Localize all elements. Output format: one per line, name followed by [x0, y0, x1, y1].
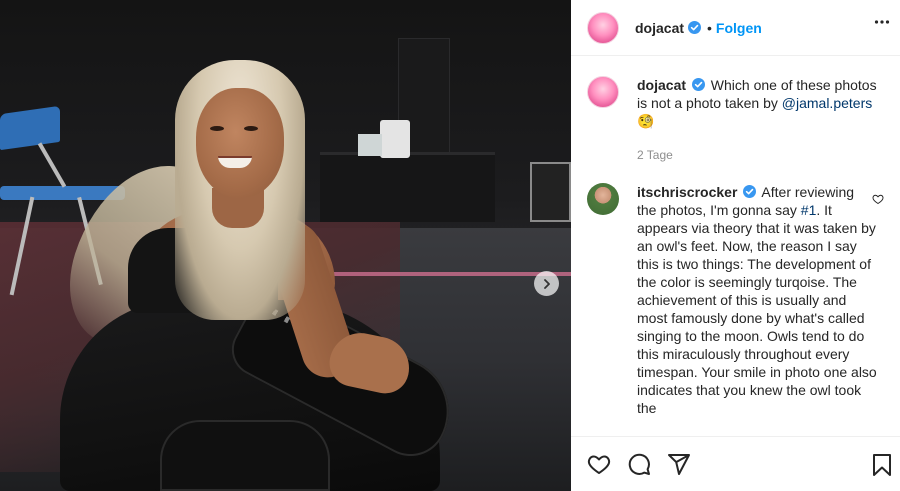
header-username[interactable]: dojacat	[635, 20, 684, 36]
person-face	[196, 88, 284, 198]
photo-table	[320, 152, 495, 222]
comment-icon[interactable]	[627, 452, 651, 476]
comment-body: itschriscrocker After reviewing the phot…	[637, 183, 877, 417]
hashtag-link[interactable]: #1	[801, 202, 817, 218]
photo-case	[530, 162, 571, 222]
person-boot	[160, 420, 330, 491]
action-bar	[571, 436, 900, 491]
avatar[interactable]	[587, 183, 619, 215]
person-eye	[244, 126, 258, 131]
follow-button[interactable]: Folgen	[716, 20, 762, 36]
comments-section: dojacat Which one of these photos is not…	[571, 57, 900, 435]
mention-link[interactable]: @jamal.peters	[782, 95, 872, 111]
photo-floor-line	[300, 272, 571, 276]
comment-text: . It appears via theory that it was take…	[637, 202, 877, 416]
more-horizontal-icon[interactable]	[874, 14, 890, 35]
heart-icon[interactable]	[587, 452, 611, 476]
avatar[interactable]	[587, 11, 619, 44]
post-header: dojacat • Folgen	[571, 0, 900, 56]
caption: dojacat Which one of these photos is not…	[587, 76, 877, 164]
post-side-panel: dojacat • Folgen dojacat Which one of th…	[571, 0, 900, 491]
person-eye	[210, 126, 224, 131]
post-photo	[0, 0, 571, 491]
chevron-right-icon	[543, 278, 550, 289]
photo-box	[380, 120, 410, 158]
photo-box	[358, 134, 382, 156]
header-separator: •	[707, 19, 712, 36]
post-timestamp[interactable]: 2 Tage	[637, 146, 877, 164]
comment: itschriscrocker After reviewing the phot…	[587, 183, 877, 417]
photo-chair	[0, 105, 60, 151]
caption-username[interactable]: dojacat	[637, 77, 686, 93]
photo-chair-leg	[37, 142, 67, 188]
comment-like-heart-icon[interactable]	[872, 193, 884, 205]
caption-emoji: 🧐	[637, 113, 655, 129]
caption-body: dojacat Which one of these photos is not…	[637, 76, 877, 164]
verified-badge-icon	[688, 21, 702, 34]
bookmark-icon[interactable]	[870, 453, 894, 477]
avatar[interactable]	[587, 76, 619, 108]
paper-plane-icon[interactable]	[667, 452, 691, 476]
comment-username[interactable]: itschriscrocker	[637, 184, 737, 200]
verified-badge-icon	[743, 185, 757, 198]
next-photo-button[interactable]	[534, 271, 559, 296]
verified-badge-icon	[691, 78, 705, 91]
